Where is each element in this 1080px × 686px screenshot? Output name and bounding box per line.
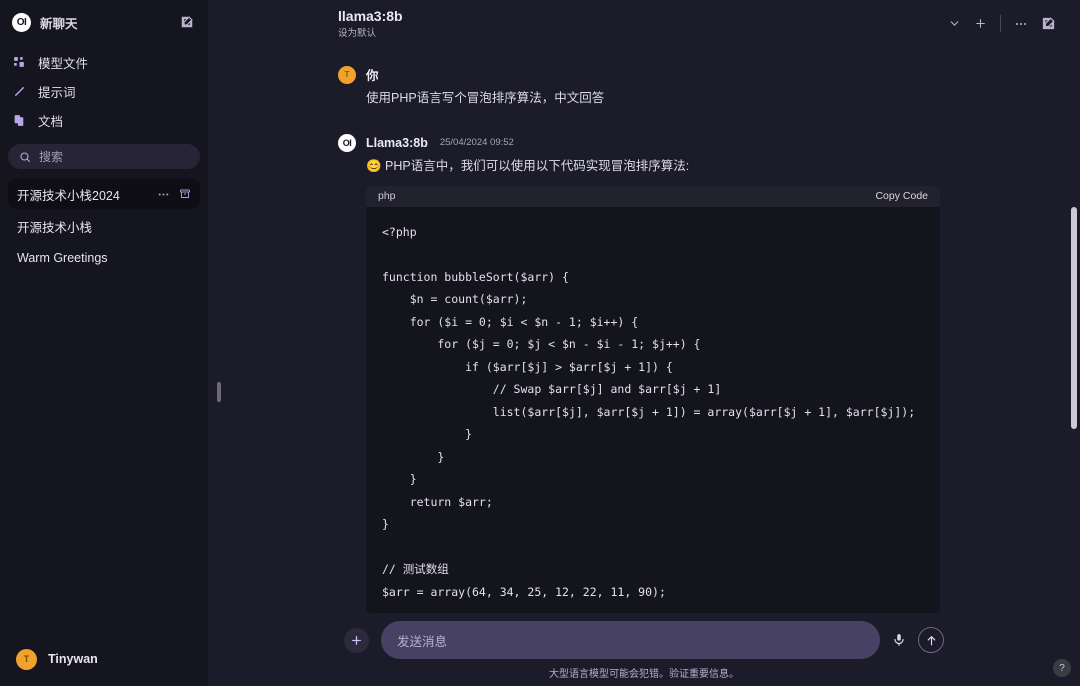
search-container: 搜索 xyxy=(0,135,208,175)
help-button[interactable]: ? xyxy=(1053,659,1071,677)
app-root: OI 新聊天 模型文件 xyxy=(0,0,1080,686)
page-title: llama3:8b xyxy=(338,8,403,24)
chat-item-title: 开源技术小栈2024 xyxy=(17,185,157,204)
sidebar-nav: 模型文件 提示词 文档 xyxy=(0,48,208,135)
main-panel: llama3:8b 设为默认 xyxy=(208,0,1080,686)
message-text: 😊 PHP语言中，我们可以使用以下代码实现冒泡排序算法: xyxy=(338,157,940,176)
avatar: T xyxy=(16,649,37,670)
divider xyxy=(1000,15,1001,32)
ellipsis-icon[interactable] xyxy=(157,188,170,201)
new-chat-edit-icon[interactable] xyxy=(180,15,194,29)
code-block-header: php Copy Code xyxy=(366,186,940,207)
chat-list-item[interactable]: 开源技术小栈2024 xyxy=(8,179,200,209)
message-user: T 你 使用PHP语言写个冒泡排序算法，中文回答 xyxy=(208,59,1080,108)
disclaimer-text: 大型语言模型可能会犯错。验证重要信息。 xyxy=(549,665,739,680)
message-header: T 你 xyxy=(338,65,940,84)
search-placeholder: 搜索 xyxy=(39,148,63,165)
set-default-label[interactable]: 设为默认 xyxy=(338,25,403,39)
message-header: OI Llama3:8b 25/04/2024 09:52 xyxy=(338,134,940,152)
sidebar-item-label: 模型文件 xyxy=(38,53,88,72)
avatar: T xyxy=(338,66,356,84)
message-assistant: OI Llama3:8b 25/04/2024 09:52 😊 PHP语言中，我… xyxy=(208,108,1080,613)
chat-item-title: Warm Greetings xyxy=(17,251,191,265)
new-chat-edit-icon[interactable] xyxy=(1041,16,1056,31)
message-composer: 发送消息 xyxy=(344,621,944,659)
grid-blocks-icon xyxy=(12,56,27,69)
new-chat-label[interactable]: 新聊天 xyxy=(40,13,171,32)
avatar: OI xyxy=(338,134,356,152)
copy-code-button[interactable]: Copy Code xyxy=(875,190,928,202)
user-name: Tinywan xyxy=(48,652,98,666)
message-input-placeholder: 发送消息 xyxy=(397,631,447,650)
attach-plus-icon[interactable] xyxy=(344,628,369,653)
ellipsis-icon[interactable] xyxy=(1014,17,1028,31)
plus-icon[interactable] xyxy=(974,17,987,30)
chevron-down-icon[interactable] xyxy=(948,17,961,30)
send-button[interactable] xyxy=(918,627,944,653)
code-content[interactable]: <?php function bubbleSort($arr) { $n = c… xyxy=(366,207,940,614)
model-title-group[interactable]: llama3:8b 设为默认 xyxy=(338,8,403,39)
sidebar-item-documents[interactable]: 文档 xyxy=(0,106,208,135)
composer-area: 发送消息 大型语言模型可能会犯错。验证重要信息。 xyxy=(208,615,1080,686)
sidebar: OI 新聊天 模型文件 xyxy=(0,0,208,686)
chat-item-title: 开源技术小栈 xyxy=(17,217,191,236)
code-language-label: php xyxy=(378,190,396,202)
sidebar-item-label: 文档 xyxy=(38,111,63,130)
message-input[interactable]: 发送消息 xyxy=(381,621,880,659)
message-timestamp: 25/04/2024 09:52 xyxy=(440,137,514,148)
search-input[interactable]: 搜索 xyxy=(8,144,200,169)
chat-list-item[interactable]: Warm Greetings xyxy=(8,243,200,273)
chat-list-item[interactable]: 开源技术小栈 xyxy=(8,211,200,241)
chat-item-actions xyxy=(157,188,191,201)
message-sender: Llama3:8b xyxy=(366,136,428,150)
sidebar-item-prompts[interactable]: 提示词 xyxy=(0,77,208,106)
microphone-icon[interactable] xyxy=(892,633,906,647)
documents-icon xyxy=(12,114,27,127)
sidebar-item-label: 提示词 xyxy=(38,82,76,101)
archive-box-icon[interactable] xyxy=(179,188,191,200)
brand-logo-icon: OI xyxy=(12,13,31,32)
message-text: 使用PHP语言写个冒泡排序算法，中文回答 xyxy=(338,89,940,108)
message-sender: 你 xyxy=(366,65,379,84)
search-icon xyxy=(19,151,31,163)
conversation-scroll-area[interactable]: T 你 使用PHP语言写个冒泡排序算法，中文回答 OI Llama3:8b 25… xyxy=(208,47,1080,615)
code-block: php Copy Code <?php function bubbleSort(… xyxy=(366,186,940,614)
chat-history-list: 开源技术小栈2024 开源技术小栈 xyxy=(0,175,208,273)
topbar-actions xyxy=(948,15,1056,32)
user-account-button[interactable]: T Tinywan xyxy=(0,632,208,686)
pencil-icon xyxy=(12,85,27,98)
sidebar-item-modelfiles[interactable]: 模型文件 xyxy=(0,48,208,77)
chat-topbar: llama3:8b 设为默认 xyxy=(208,0,1080,47)
sidebar-header: OI 新聊天 xyxy=(0,0,208,44)
